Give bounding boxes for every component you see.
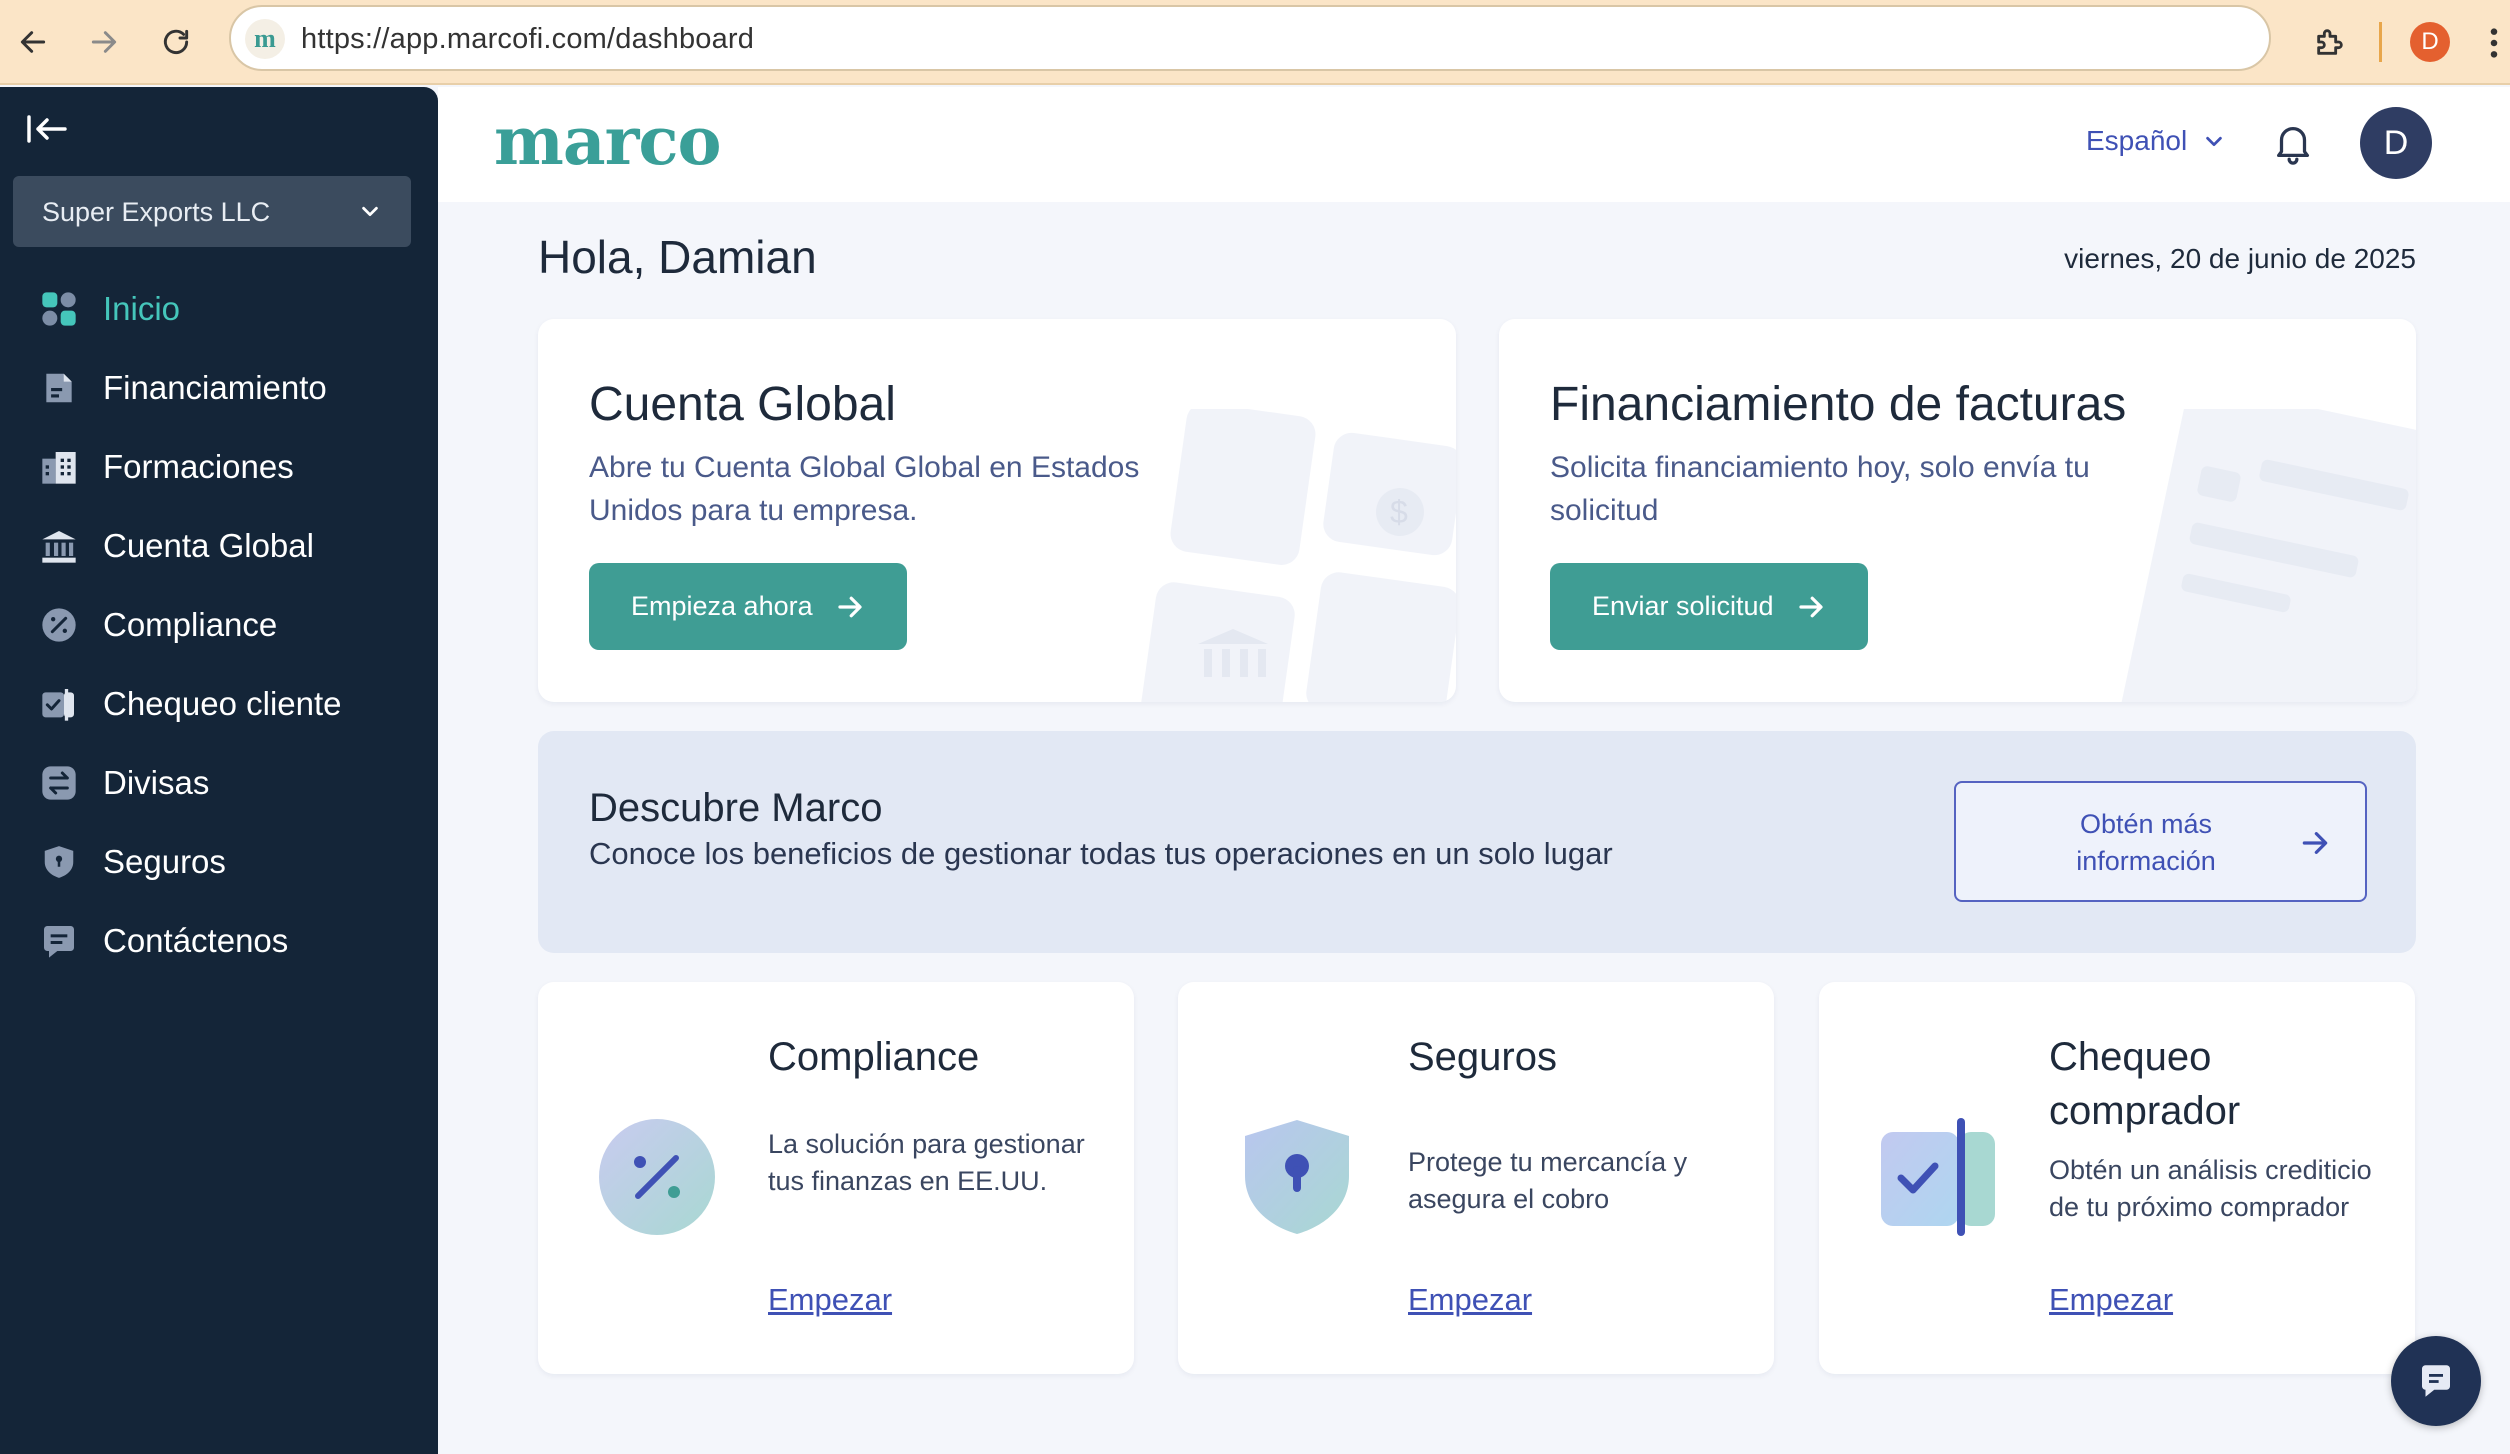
sidebar-item-label: Divisas <box>103 764 210 801</box>
building-icon <box>38 446 80 488</box>
button-label: Enviar solicitud <box>1592 591 1774 621</box>
svg-text:$: $ <box>1390 494 1408 530</box>
sidebar-item-chequeo-cliente[interactable]: Chequeo cliente <box>0 673 438 735</box>
browser-menu-button[interactable] <box>2482 20 2506 66</box>
card-description: Abre tu Cuenta Global Global en Estados … <box>589 451 1140 527</box>
chat-icon <box>38 920 80 962</box>
collapse-left-icon <box>27 115 67 143</box>
sidebar-item-financiamiento[interactable]: Financiamiento <box>0 357 438 419</box>
percent-icon <box>38 604 80 646</box>
forward-button[interactable] <box>80 18 128 66</box>
sidebar-item-divisas[interactable]: Divisas <box>0 752 438 814</box>
chevron-down-icon <box>2206 136 2222 147</box>
sidebar-item-seguros[interactable]: Seguros <box>0 831 438 893</box>
sidebar-item-contactenos[interactable]: Contáctenos <box>0 910 438 972</box>
feature-description: La solución para gestionar tus finanzas … <box>768 1129 1085 1196</box>
notifications-button[interactable] <box>2270 119 2316 165</box>
financiamiento-facturas-card: Financiamiento de facturas Solicita fina… <box>1499 319 2416 702</box>
bell-icon <box>2276 127 2310 165</box>
reload-button[interactable] <box>152 18 200 66</box>
button-label: Obtén más información <box>2076 809 2216 876</box>
sidebar-item-formaciones[interactable]: Formaciones <box>0 436 438 498</box>
page-title: Hola, Damian <box>538 231 817 283</box>
feature-description: Obtén un análisis crediticio de tu próxi… <box>2049 1155 2372 1222</box>
sidebar-item-inicio[interactable]: Inicio <box>0 278 438 340</box>
sidebar-item-label: Inicio <box>103 290 181 327</box>
banner-description: Conoce los beneficios de gestionar todas… <box>589 836 1613 871</box>
feature-title: Compliance <box>768 1035 980 1079</box>
company-selector[interactable]: Super Exports LLC <box>13 176 411 247</box>
obten-mas-informacion-button[interactable]: Obtén más información <box>1954 781 2367 902</box>
sidebar-item-cuenta-global[interactable]: Cuenta Global <box>0 515 438 577</box>
language-selector[interactable]: Español <box>2086 125 2225 157</box>
banner-title: Descubre Marco <box>589 786 883 830</box>
browser-toolbar: m https://app.marcofi.com/dashboard D <box>0 0 2510 85</box>
arrow-right-icon <box>837 596 862 617</box>
back-button[interactable] <box>9 18 57 66</box>
sidebar-item-label: Chequeo cliente <box>103 685 342 722</box>
empezar-link[interactable]: Empezar <box>2049 1282 2173 1318</box>
enviar-solicitud-button[interactable]: Enviar solicitud <box>1550 563 1868 650</box>
button-label: Empieza ahora <box>631 591 813 621</box>
url-text: https://app.marcofi.com/dashboard <box>301 23 755 55</box>
bank-icon <box>38 525 80 567</box>
exchange-icon <box>38 762 80 804</box>
percent-icon <box>599 1119 715 1235</box>
arrow-left-icon <box>20 31 46 53</box>
toolbar-divider <box>2379 22 2382 62</box>
cuenta-global-card: $ Cuenta Global Abre tu Cuenta Global Gl… <box>538 319 1456 702</box>
app-header: marco Español D <box>438 87 2510 202</box>
sidebar-item-label: Formaciones <box>103 448 294 485</box>
check-icon <box>1881 1118 1995 1236</box>
arrow-right-icon <box>1798 596 1823 617</box>
more-vertical-icon <box>2490 28 2498 58</box>
arrow-right-icon <box>2302 832 2328 854</box>
compliance-card: Compliance La solución para gestionar tu… <box>538 982 1134 1374</box>
check-icon <box>38 683 80 725</box>
sidebar-item-compliance[interactable]: Compliance <box>0 594 438 656</box>
sidebar-item-label: Financiamiento <box>103 369 327 406</box>
grid-icon <box>38 288 80 330</box>
chat-support-button[interactable] <box>2391 1336 2481 1426</box>
document-icon <box>38 367 80 409</box>
arrow-right-icon <box>91 31 117 53</box>
language-label: Español <box>2086 125 2188 156</box>
shield-icon <box>1245 1120 1349 1234</box>
card-title: Financiamiento de facturas <box>1550 378 2127 431</box>
current-date: viernes, 20 de junio de 2025 <box>2064 243 2416 274</box>
puzzle-icon <box>2317 29 2343 55</box>
collapse-sidebar-button[interactable] <box>26 109 74 149</box>
site-favicon-icon: m <box>245 19 285 59</box>
marco-logo[interactable]: marco <box>494 102 722 180</box>
address-bar[interactable]: m https://app.marcofi.com/dashboard <box>229 5 2271 71</box>
sidebar-item-label: Cuenta Global <box>103 527 314 564</box>
feature-description: Protege tu mercancía y asegura el cobro <box>1408 1147 1688 1214</box>
feature-title: Chequeo comprador <box>2049 1035 2241 1133</box>
card-title: Cuenta Global <box>589 378 896 431</box>
extensions-button[interactable] <box>2306 18 2354 66</box>
empieza-ahora-button[interactable]: Empieza ahora <box>589 563 907 650</box>
descubre-marco-banner: Descubre Marco Conoce los beneficios de … <box>538 731 2416 953</box>
card-description: Solicita financiamiento hoy, solo envía … <box>1550 451 2090 527</box>
chat-icon <box>2422 1365 2450 1397</box>
shield-icon <box>38 841 80 883</box>
empezar-link[interactable]: Empezar <box>768 1282 892 1318</box>
empezar-link[interactable]: Empezar <box>1408 1282 1532 1318</box>
chevron-down-icon <box>362 206 378 217</box>
chequeo-comprador-card: Chequeo comprador Obtén un análisis cred… <box>1819 982 2415 1374</box>
sidebar-item-label: Compliance <box>103 606 278 643</box>
sidebar-item-label: Seguros <box>103 843 226 880</box>
company-name: Super Exports LLC <box>42 197 271 227</box>
sidebar-item-label: Contáctenos <box>103 922 289 959</box>
seguros-card: Seguros Protege tu mercancía y asegura e… <box>1178 982 1774 1374</box>
browser-profile-avatar[interactable]: D <box>2410 22 2450 62</box>
user-avatar[interactable]: D <box>2360 107 2432 179</box>
feature-title: Seguros <box>1408 1035 1557 1079</box>
sidebar: Super Exports LLC Inicio Financiamiento … <box>0 87 438 1454</box>
reload-icon <box>163 29 189 54</box>
